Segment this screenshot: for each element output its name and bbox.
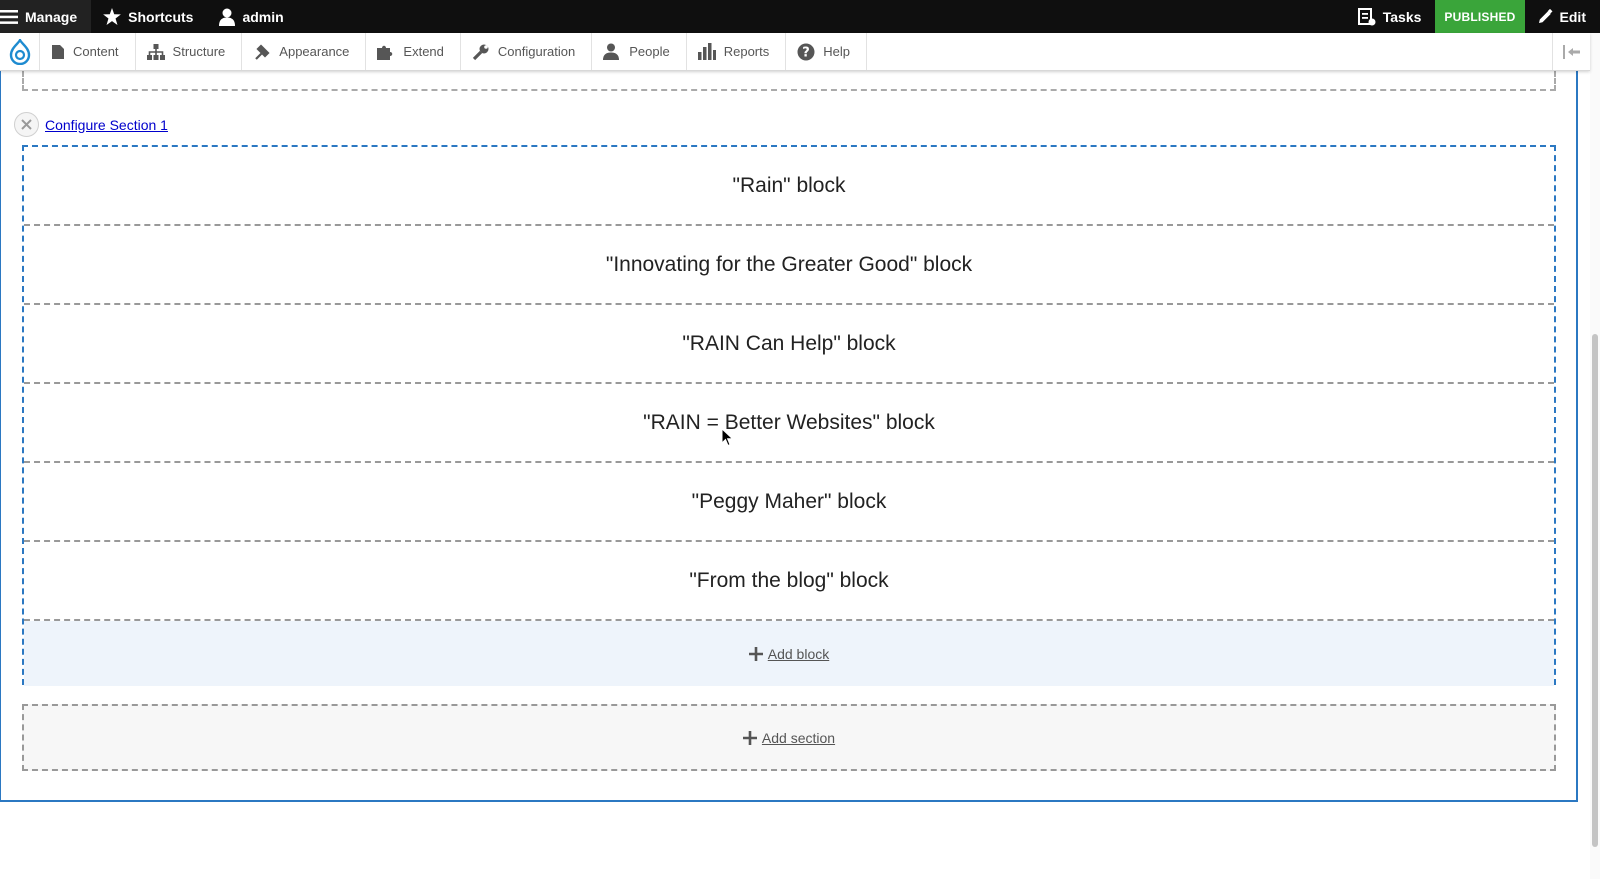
svg-text:?: ? — [802, 45, 810, 60]
add-block-link[interactable]: Add block — [748, 645, 830, 662]
remove-section-button[interactable] — [14, 112, 39, 137]
shortcuts-label: Shortcuts — [128, 8, 194, 25]
layout-block[interactable]: "RAIN = Better Websites" block — [24, 384, 1554, 463]
tray-item-label: Help — [823, 44, 850, 59]
pencil-icon — [1538, 8, 1553, 23]
tray-item-label: Configuration — [497, 44, 576, 59]
block-label: "Peggy Maher" block — [691, 489, 887, 513]
tray-item-help[interactable]: ? Help — [786, 33, 867, 70]
wrench-icon — [472, 44, 489, 60]
block-label: "RAIN Can Help" block — [682, 331, 896, 355]
tray-item-label: Content — [73, 44, 119, 59]
block-label: "Innovating for the Greater Good" block — [605, 252, 973, 276]
help-icon: ? — [797, 43, 815, 60]
edit-label: Edit — [1559, 8, 1586, 25]
layout-block[interactable]: "Rain" block — [24, 147, 1554, 226]
appearance-icon — [255, 43, 270, 60]
layout-block[interactable]: "Innovating for the Greater Good" block — [24, 226, 1554, 305]
shortcuts-tab[interactable]: Shortcuts — [91, 0, 207, 33]
plus-icon — [748, 646, 763, 661]
content-icon — [52, 44, 64, 59]
add-section-region: Add section — [22, 704, 1556, 771]
vertical-scrollbar[interactable] — [1590, 33, 1600, 879]
user-label: admin — [242, 8, 284, 25]
tray-item-configuration[interactable]: Configuration — [461, 33, 593, 70]
tray-item-extend[interactable]: Extend — [366, 33, 461, 70]
toolbar-right: Tasks PUBLISHED Edit — [1346, 0, 1600, 33]
manage-tab[interactable]: Manage — [0, 0, 92, 33]
layout-block[interactable]: "From the blog" block — [24, 542, 1554, 621]
previous-section-remnant — [22, 71, 1556, 91]
admin-toolbar: Manage Shortcuts admin Tasks PUBLISHED E… — [0, 0, 1600, 33]
block-label: "RAIN = Better Websites" block — [643, 410, 935, 434]
configure-section-link[interactable]: Configure Section 1 — [45, 117, 168, 133]
structure-icon — [146, 43, 165, 60]
collapse-icon — [1562, 44, 1580, 59]
block-label: "Rain" block — [732, 173, 846, 197]
tray-item-appearance[interactable]: Appearance — [242, 33, 367, 70]
tray-item-label: Reports — [723, 44, 770, 59]
menu-icon — [0, 9, 18, 24]
layout-block[interactable]: "Peggy Maher" block — [24, 463, 1554, 542]
tray-item-label: Structure — [172, 44, 226, 59]
people-icon — [603, 43, 620, 60]
block-label: "From the blog" block — [689, 568, 889, 592]
extend-icon — [377, 45, 393, 60]
drupal-logo[interactable] — [0, 33, 40, 70]
user-tab[interactable]: admin — [207, 0, 297, 33]
plus-icon — [742, 730, 757, 745]
tray-orientation-toggle[interactable] — [1552, 33, 1590, 70]
manage-label: Manage — [25, 8, 78, 25]
star-icon — [103, 8, 121, 25]
tray-item-structure[interactable]: Structure — [136, 33, 243, 70]
published-status-badge: PUBLISHED — [1435, 0, 1525, 33]
scrollbar-thumb[interactable] — [1592, 334, 1598, 847]
published-label: PUBLISHED — [1444, 9, 1516, 24]
add-block-label: Add block — [767, 645, 830, 662]
mouse-cursor-icon — [721, 427, 734, 452]
tray-item-people[interactable]: People — [592, 33, 687, 70]
tray-item-reports[interactable]: Reports — [687, 33, 787, 70]
tasks-tab[interactable]: Tasks — [1346, 0, 1436, 33]
add-section-label: Add section — [761, 729, 836, 746]
user-icon — [219, 8, 236, 26]
tasks-icon — [1357, 7, 1376, 25]
tasks-label: Tasks — [1382, 8, 1422, 25]
tray-item-label: People — [629, 44, 670, 59]
tray-item-label: Appearance — [279, 44, 350, 59]
admin-tray: Content Structure Appearance Extend Conf… — [0, 33, 1590, 71]
close-icon — [21, 119, 32, 130]
layout-section: "Rain" block "Innovating for the Greater… — [22, 145, 1556, 686]
section-controls: Configure Section 1 — [14, 112, 168, 137]
reports-icon — [697, 43, 716, 60]
tray-item-label: Extend — [403, 44, 444, 59]
layout-block[interactable]: "RAIN Can Help" block — [24, 305, 1554, 384]
add-block-region: Add block — [24, 621, 1554, 686]
drupal-drop-icon — [9, 38, 30, 65]
edit-tab[interactable]: Edit — [1525, 0, 1600, 33]
tray-item-content[interactable]: Content — [40, 33, 136, 70]
add-section-link[interactable]: Add section — [742, 729, 836, 746]
